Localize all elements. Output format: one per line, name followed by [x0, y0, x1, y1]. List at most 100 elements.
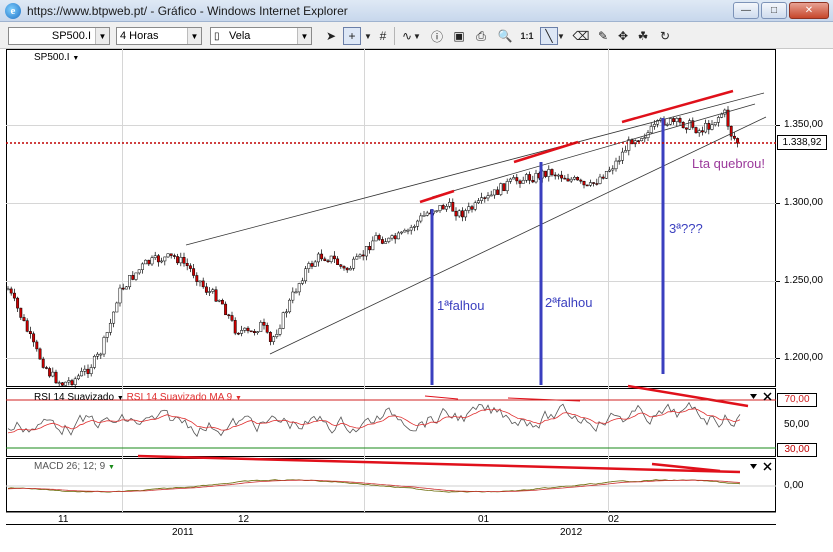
candle: [140, 263, 144, 270]
candle: [51, 371, 55, 377]
chevron-down-icon[interactable]: [750, 464, 757, 469]
candle: [233, 320, 237, 334]
print-icon[interactable]: ⎙: [472, 27, 490, 45]
zoom-reset-button[interactable]: 1:1: [518, 27, 536, 45]
symbol-select[interactable]: SP500.I ▼: [8, 27, 110, 45]
candle: [284, 311, 288, 314]
drag-icon[interactable]: ✥: [614, 27, 632, 45]
main-panel-frame: [6, 49, 776, 387]
candle: [16, 297, 20, 309]
y-tick: 1.350,00: [784, 119, 823, 130]
chart-area[interactable]: SP500.I ▼ 1.350,00 1.300,00 1.250,00 1.2…: [0, 49, 833, 552]
info-icon[interactable]: ⓘ: [428, 27, 446, 45]
close-icon[interactable]: [763, 462, 772, 471]
chevron-down-icon[interactable]: ▼: [556, 27, 566, 45]
minimize-icon[interactable]: —: [733, 2, 759, 19]
chevron-down-icon[interactable]: ▼: [95, 28, 109, 44]
candle: [518, 180, 522, 184]
candle: [12, 292, 16, 299]
macd-label[interactable]: MACD 26; 12; 9 ▼: [34, 461, 115, 472]
candle: [524, 174, 528, 181]
chevron-down-icon[interactable]: ▼: [235, 395, 242, 402]
candle: [352, 258, 356, 269]
pencil-icon[interactable]: ✎: [594, 27, 612, 45]
main-symbol-label[interactable]: SP500.I ▼: [34, 52, 79, 63]
candle: [707, 122, 711, 130]
candle: [588, 182, 592, 186]
candle: [86, 368, 90, 374]
candle: [608, 169, 612, 172]
candle: [38, 348, 42, 360]
close-icon[interactable]: ✕: [789, 2, 829, 19]
candle: [96, 353, 100, 357]
candle: [627, 139, 631, 151]
annotation-third: 3ª???: [669, 221, 703, 236]
candlestick-series: [6, 106, 740, 389]
chevron-down-icon[interactable]: ▼: [108, 464, 115, 471]
chevron-down-icon[interactable]: ▼: [72, 55, 79, 62]
candle: [704, 122, 708, 133]
candle: [572, 176, 576, 180]
candle: [345, 267, 349, 271]
candle: [131, 275, 135, 280]
candle: [214, 289, 218, 302]
candle: [729, 125, 733, 137]
chart-type-select[interactable]: ▯ Vela ▼: [210, 27, 312, 45]
candle: [732, 135, 736, 139]
candle: [249, 330, 253, 333]
candle: [121, 287, 125, 290]
candle: [70, 380, 74, 385]
candle: [236, 332, 240, 335]
save-icon[interactable]: ▣: [450, 27, 468, 45]
candle: [83, 368, 87, 372]
candle: [22, 317, 26, 321]
candle: [406, 229, 410, 232]
chevron-down-icon[interactable]: ▼: [412, 27, 422, 45]
candle: [128, 275, 132, 288]
candle: [416, 220, 420, 227]
zoom-icon[interactable]: 🔍: [496, 27, 514, 45]
chevron-down-icon[interactable]: [750, 394, 757, 399]
candle: [211, 289, 215, 292]
candle: [652, 123, 656, 127]
candle: [288, 299, 292, 313]
chevron-down-icon[interactable]: ▼: [187, 28, 201, 44]
candle: [195, 275, 199, 282]
candle: [604, 171, 608, 179]
candle: [380, 239, 384, 244]
crosshair-icon[interactable]: +: [343, 27, 361, 45]
candle: [179, 257, 183, 264]
chevron-down-icon[interactable]: ▼: [362, 27, 374, 45]
candle: [147, 259, 151, 265]
refresh-icon[interactable]: ↻: [656, 27, 674, 45]
candle: [678, 118, 682, 123]
maximize-icon[interactable]: □: [761, 2, 787, 19]
period-select[interactable]: 4 Horas ▼: [116, 27, 202, 45]
year-label: 2011: [172, 527, 194, 538]
chart-canvas[interactable]: [0, 49, 833, 552]
candle: [310, 263, 314, 267]
tree-icon[interactable]: ☘: [634, 27, 652, 45]
candle: [275, 334, 279, 337]
candle: [694, 127, 698, 134]
candle: [44, 367, 48, 369]
rsi-label[interactable]: RSI 14 Suavizado ▼ RSI 14 Suavizado MA 9…: [34, 392, 242, 403]
candle: [57, 382, 61, 384]
candle: [499, 183, 503, 195]
candle: [297, 283, 301, 293]
eraser-icon[interactable]: ⌫: [572, 27, 590, 45]
chevron-down-icon[interactable]: ▼: [117, 395, 124, 402]
grid-icon[interactable]: #: [374, 27, 392, 45]
internet-explorer-icon: e: [5, 2, 21, 19]
candle: [166, 253, 170, 258]
chevron-down-icon[interactable]: ▼: [297, 28, 311, 44]
candle-icon: ▯: [214, 30, 220, 42]
candle: [300, 280, 304, 284]
candle: [201, 280, 205, 288]
candle: [374, 235, 378, 242]
close-icon[interactable]: [763, 392, 772, 401]
pointer-icon[interactable]: ➤: [322, 27, 340, 45]
candle: [320, 253, 324, 260]
candle: [67, 380, 71, 383]
macd-label-text: MACD 26; 12; 9: [34, 461, 106, 472]
